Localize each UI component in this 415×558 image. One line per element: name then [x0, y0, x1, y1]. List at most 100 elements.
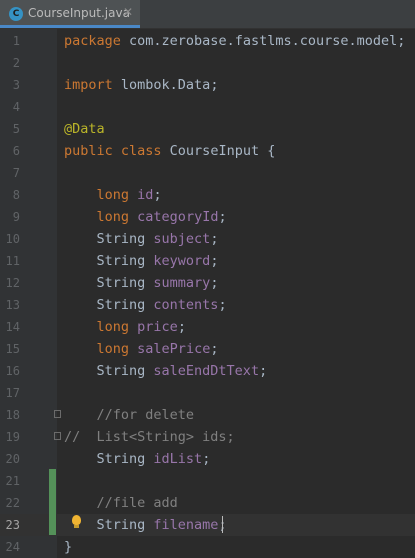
code-token: saleEndDtText [153, 363, 260, 379]
code-line[interactable]: 5 @Data [0, 118, 415, 140]
code-text: } [64, 536, 72, 558]
code-line[interactable]: 22 //file add [0, 492, 415, 514]
code-token: public class [64, 143, 162, 159]
code-token: long [96, 341, 130, 357]
code-token: @Data [64, 121, 105, 137]
line-number: 9 [12, 210, 20, 224]
line-number: 24 [5, 540, 20, 554]
lightbulb-icon[interactable] [72, 515, 81, 528]
line-number: 6 [12, 144, 20, 158]
code-text: package com.zerobase.fastlms.course.mode… [64, 30, 405, 52]
fold-end-icon[interactable] [54, 432, 61, 440]
code-line[interactable]: 1 package com.zerobase.fastlms.course.mod… [0, 30, 415, 52]
code-token: ; [210, 253, 219, 269]
line-number: 19 [5, 430, 20, 444]
code-text: long id; [64, 184, 162, 206]
code-line[interactable]: 19 // List<String> ids; [0, 426, 415, 448]
code-text: long salePrice; [64, 338, 219, 360]
fold-start-icon[interactable] [54, 410, 61, 418]
line-number: 12 [5, 276, 20, 290]
code-line[interactable]: 6 public class CourseInput { [0, 140, 415, 162]
code-text: long price; [64, 316, 186, 338]
code-text: // List<String> ids; [64, 426, 235, 448]
line-number: 3 [12, 78, 20, 92]
code-token: //for delete [64, 407, 195, 423]
code-line[interactable]: 13 String contents; [0, 294, 415, 316]
code-token: categoryId [137, 209, 219, 225]
code-token: } [64, 539, 73, 555]
code-token: String [64, 275, 154, 291]
code-line[interactable]: 8 long id; [0, 184, 415, 206]
code-text: @Data [64, 118, 105, 140]
tab-courseinput-java[interactable]: C CourseInput.java ✕ [0, 0, 140, 28]
code-token: ; [210, 275, 219, 291]
code-token: ; [259, 363, 268, 379]
code-token: lombok.Data; [112, 77, 219, 93]
code-line[interactable]: 2 [0, 52, 415, 74]
code-text: String subject; [64, 228, 219, 250]
code-line[interactable]: 15 long salePrice; [0, 338, 415, 360]
code-token: ; [210, 341, 219, 357]
line-number: 13 [5, 298, 20, 312]
code-line[interactable]: 16 String saleEndDtText; [0, 360, 415, 382]
code-token: ; [218, 209, 227, 225]
java-class-icon: C [9, 7, 23, 21]
line-number: 18 [5, 408, 20, 422]
code-line[interactable]: 10 String subject; [0, 228, 415, 250]
code-token: ; [177, 319, 186, 335]
line-number: 7 [12, 166, 20, 180]
code-token: com.zerobase.fastlms.course.model; [120, 33, 406, 49]
line-number: 17 [5, 386, 20, 400]
code-line[interactable]: 20 String idList; [0, 448, 415, 470]
code-line[interactable]: 21 [0, 470, 415, 492]
code-line[interactable]: 14 long price; [0, 316, 415, 338]
code-text: import lombok.Data; [64, 74, 218, 96]
line-number: 4 [12, 100, 20, 114]
code-line[interactable]: 23 String filename; [0, 514, 415, 536]
line-number: 10 [5, 232, 20, 246]
tab-title: CourseInput.java [28, 6, 130, 20]
code-text: String summary; [64, 272, 219, 294]
code-line[interactable]: 9 long categoryId; [0, 206, 415, 228]
code-line[interactable]: 3 import lombok.Data; [0, 74, 415, 96]
code-token: id [137, 187, 154, 203]
code-text: String filename; [64, 514, 227, 536]
code-token: long [96, 187, 130, 203]
line-number: 14 [5, 320, 20, 334]
code-line[interactable]: 12 String summary; [0, 272, 415, 294]
code-token: contents [153, 297, 219, 313]
vcs-change-marker[interactable] [49, 469, 56, 535]
code-line[interactable]: 4 [0, 96, 415, 118]
code-token: idList [153, 451, 203, 467]
editor-tab-bar: C CourseInput.java ✕ [0, 0, 415, 29]
code-token: package [64, 33, 121, 49]
close-icon[interactable]: ✕ [123, 5, 133, 19]
code-token: CourseInput { [161, 143, 276, 159]
code-token: ; [202, 451, 211, 467]
text-caret [222, 516, 223, 533]
code-token: String [64, 297, 154, 313]
code-token: keyword [153, 253, 211, 269]
code-line[interactable]: 24} [0, 536, 415, 558]
code-token: String [64, 451, 154, 467]
code-text: public class CourseInput { [64, 140, 275, 162]
code-line[interactable]: 11 String keyword; [0, 250, 415, 272]
line-number: 15 [5, 342, 20, 356]
code-line[interactable]: 7 [0, 162, 415, 184]
line-number: 5 [12, 122, 20, 136]
code-token: long [96, 319, 130, 335]
code-text: String idList; [64, 448, 211, 470]
code-line[interactable]: 18 //for delete [0, 404, 415, 426]
code-line[interactable]: 17 [0, 382, 415, 404]
line-number: 11 [5, 254, 20, 268]
code-token: // List<String> ids; [64, 429, 235, 445]
line-number: 2 [12, 56, 20, 70]
code-token: ; [218, 297, 227, 313]
